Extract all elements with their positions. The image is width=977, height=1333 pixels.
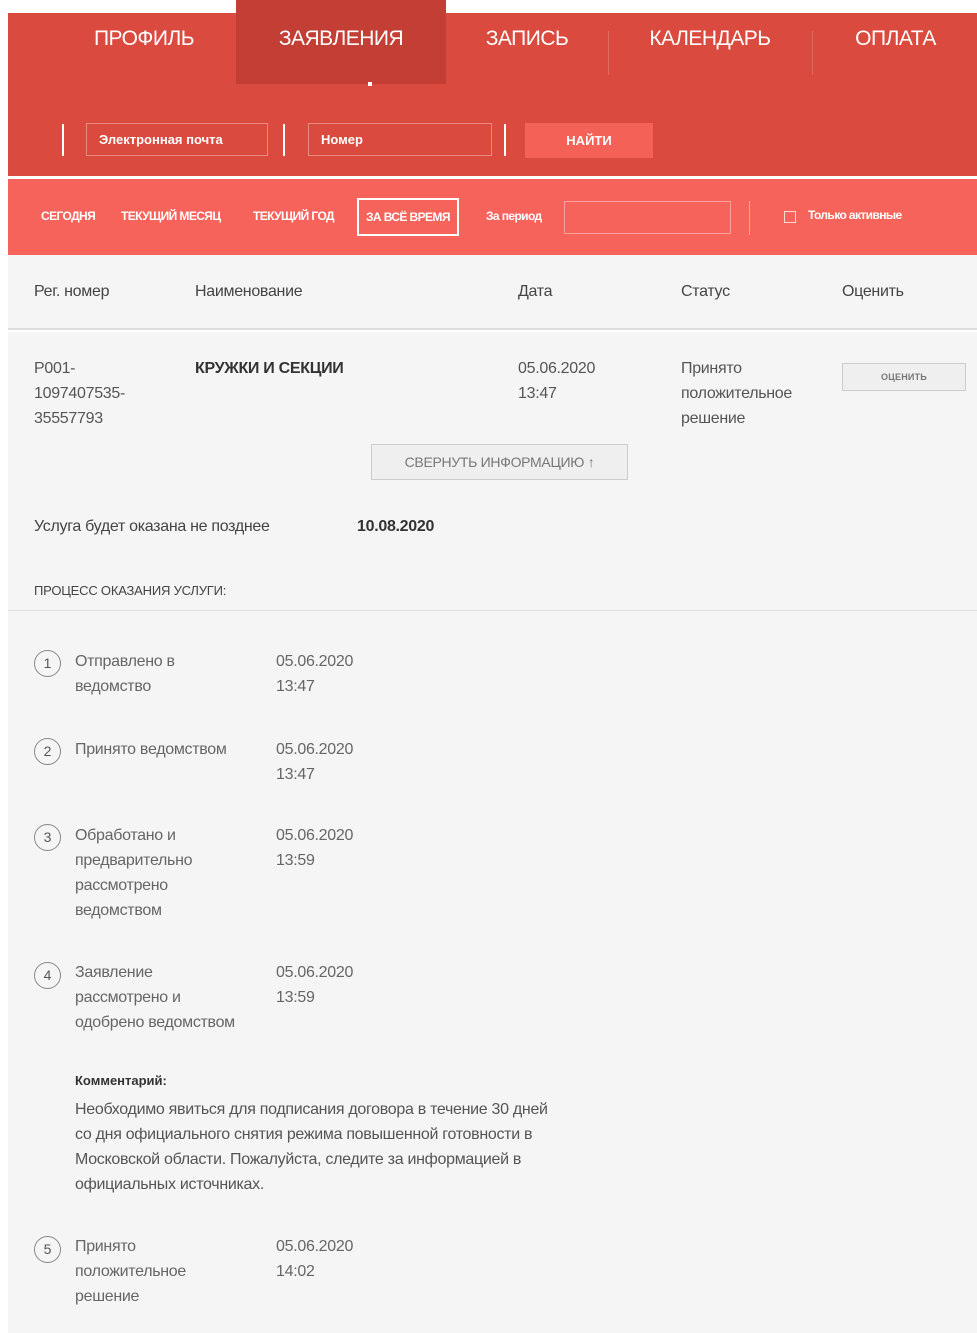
step-label-line: ведомство	[75, 678, 151, 695]
column-header-name[interactable]: Наименование	[195, 283, 303, 301]
step-date: 05.06.2020 13:59	[276, 960, 396, 1010]
period-input[interactable]	[564, 201, 731, 234]
application-date: 05.06.2020 13:47	[518, 356, 638, 406]
filter-current-year[interactable]: ТЕКУЩИЙ ГОД	[253, 206, 335, 226]
rate-button[interactable]: ОЦЕНИТЬ	[842, 363, 966, 391]
column-header-reg-number[interactable]: Рег. номер	[34, 283, 109, 301]
nav-tab-appointment[interactable]: ЗАПИСЬ	[446, 0, 608, 84]
date-line: 05.06.2020	[518, 360, 596, 377]
step-label-line: Принято ведомством	[75, 741, 227, 758]
step-label: Принято положительное решение	[75, 1234, 275, 1309]
step-label-line: одобрено ведомством	[75, 1014, 235, 1031]
filter-current-month[interactable]: ТЕКУЩИЙ МЕСЯЦ	[121, 206, 221, 226]
step-date-line: 05.06.2020	[276, 653, 354, 670]
column-header-rate: Оценить	[842, 283, 904, 300]
nav-divider	[608, 31, 609, 75]
step-date-line: 05.06.2020	[276, 741, 354, 758]
status-line: решение	[681, 410, 746, 427]
table-header	[8, 255, 977, 330]
step-date-line: 05.06.2020	[276, 964, 354, 981]
reg-number-line: 1097407535-	[34, 385, 126, 402]
filter-divider	[749, 201, 750, 235]
application-status: Принято положительное решение	[681, 356, 831, 431]
status-line: Принято	[681, 360, 742, 377]
step-label-line: предварительно	[75, 852, 193, 869]
step-label: Заявление рассмотрено и одобрено ведомст…	[75, 960, 275, 1035]
comment-text: Необходимо явиться для подписания догово…	[75, 1097, 655, 1197]
collapse-info-button[interactable]: СВЕРНУТЬ ИНФОРМАЦИЮ ↑	[371, 444, 628, 480]
step-label-line: Обработано и	[75, 827, 176, 844]
step-time-line: 13:59	[276, 852, 315, 869]
step-time-line: 14:02	[276, 1263, 315, 1280]
nav-divider	[812, 31, 813, 75]
step-label: Обработано и предварительно рассмотрено …	[75, 823, 275, 923]
reg-number-cell: P001- 1097407535- 35557793	[34, 356, 184, 431]
find-button[interactable]: НАЙТИ	[525, 123, 653, 158]
step-date: 05.06.2020 13:47	[276, 649, 396, 699]
step-label: Принято ведомством	[75, 737, 275, 762]
deadline-date: 10.08.2020	[357, 518, 435, 535]
step-time-line: 13:47	[276, 766, 315, 783]
step-number-badge: 2	[34, 738, 61, 765]
step-label-line: решение	[75, 1288, 140, 1305]
column-header-status[interactable]: Статус	[681, 283, 730, 301]
nav-tab-calendar[interactable]: КАЛЕНДАРЬ	[610, 0, 810, 84]
deadline-label: Услуга будет оказана не позднее	[34, 518, 270, 535]
search-divider	[504, 124, 506, 156]
step-number-badge: 4	[34, 962, 61, 989]
step-number-badge: 3	[34, 824, 61, 851]
step-date: 05.06.2020 13:59	[276, 823, 396, 873]
comment-line: Московской области. Пожалуйста, следите …	[75, 1151, 522, 1168]
process-title: ПРОЦЕСС ОКАЗАНИЯ УСЛУГИ:	[34, 583, 227, 598]
step-label-line: рассмотрено	[75, 877, 168, 894]
step-label-line: Отправлено в	[75, 653, 175, 670]
comment-line: со дня официального снятия режима повыше…	[75, 1126, 533, 1143]
step-label: Отправлено в ведомство	[75, 649, 275, 699]
filter-all-time[interactable]: ЗА ВСЁ ВРЕМЯ	[357, 198, 459, 236]
section-divider	[8, 610, 977, 611]
step-label-line: Заявление	[75, 964, 153, 981]
step-number-badge: 1	[34, 650, 61, 677]
step-time-line: 13:59	[276, 989, 315, 1006]
email-search-input[interactable]	[86, 123, 268, 156]
search-divider	[283, 124, 285, 156]
status-line: положительное	[681, 385, 793, 402]
only-active-label[interactable]: Только активные	[808, 208, 902, 222]
nav-tab-applications[interactable]: ЗАЯВЛЕНИЯ	[236, 0, 446, 84]
step-time-line: 13:47	[276, 678, 315, 695]
active-tab-marker	[368, 82, 372, 86]
step-date-line: 05.06.2020	[276, 1238, 354, 1255]
reg-number-line: 35557793	[34, 410, 103, 427]
period-label: За период	[486, 209, 542, 223]
step-date: 05.06.2020 14:02	[276, 1234, 396, 1284]
step-label-line: ведомством	[75, 902, 162, 919]
step-date-line: 05.06.2020	[276, 827, 354, 844]
only-active-checkbox[interactable]	[784, 211, 796, 223]
application-name[interactable]: КРУЖКИ И СЕКЦИИ	[195, 356, 344, 381]
comment-line: официальных источниках.	[75, 1176, 264, 1193]
nav-tab-payment[interactable]: ОПЛАТА	[814, 0, 977, 84]
step-number-badge: 5	[34, 1236, 61, 1263]
filter-today[interactable]: СЕГОДНЯ	[41, 206, 96, 226]
time-line: 13:47	[518, 385, 557, 402]
step-label-line: рассмотрено и	[75, 989, 181, 1006]
comment-line: Необходимо явиться для подписания догово…	[75, 1101, 548, 1118]
reg-number-line: P001-	[34, 360, 76, 377]
search-divider	[62, 124, 64, 156]
column-header-date[interactable]: Дата	[518, 283, 553, 301]
step-date: 05.06.2020 13:47	[276, 737, 396, 787]
number-search-input[interactable]	[308, 123, 492, 156]
comment-heading: Комментарий:	[75, 1073, 167, 1088]
step-label-line: положительное	[75, 1263, 187, 1280]
nav-tab-profile[interactable]: ПРОФИЛЬ	[60, 0, 228, 84]
step-label-line: Принято	[75, 1238, 136, 1255]
